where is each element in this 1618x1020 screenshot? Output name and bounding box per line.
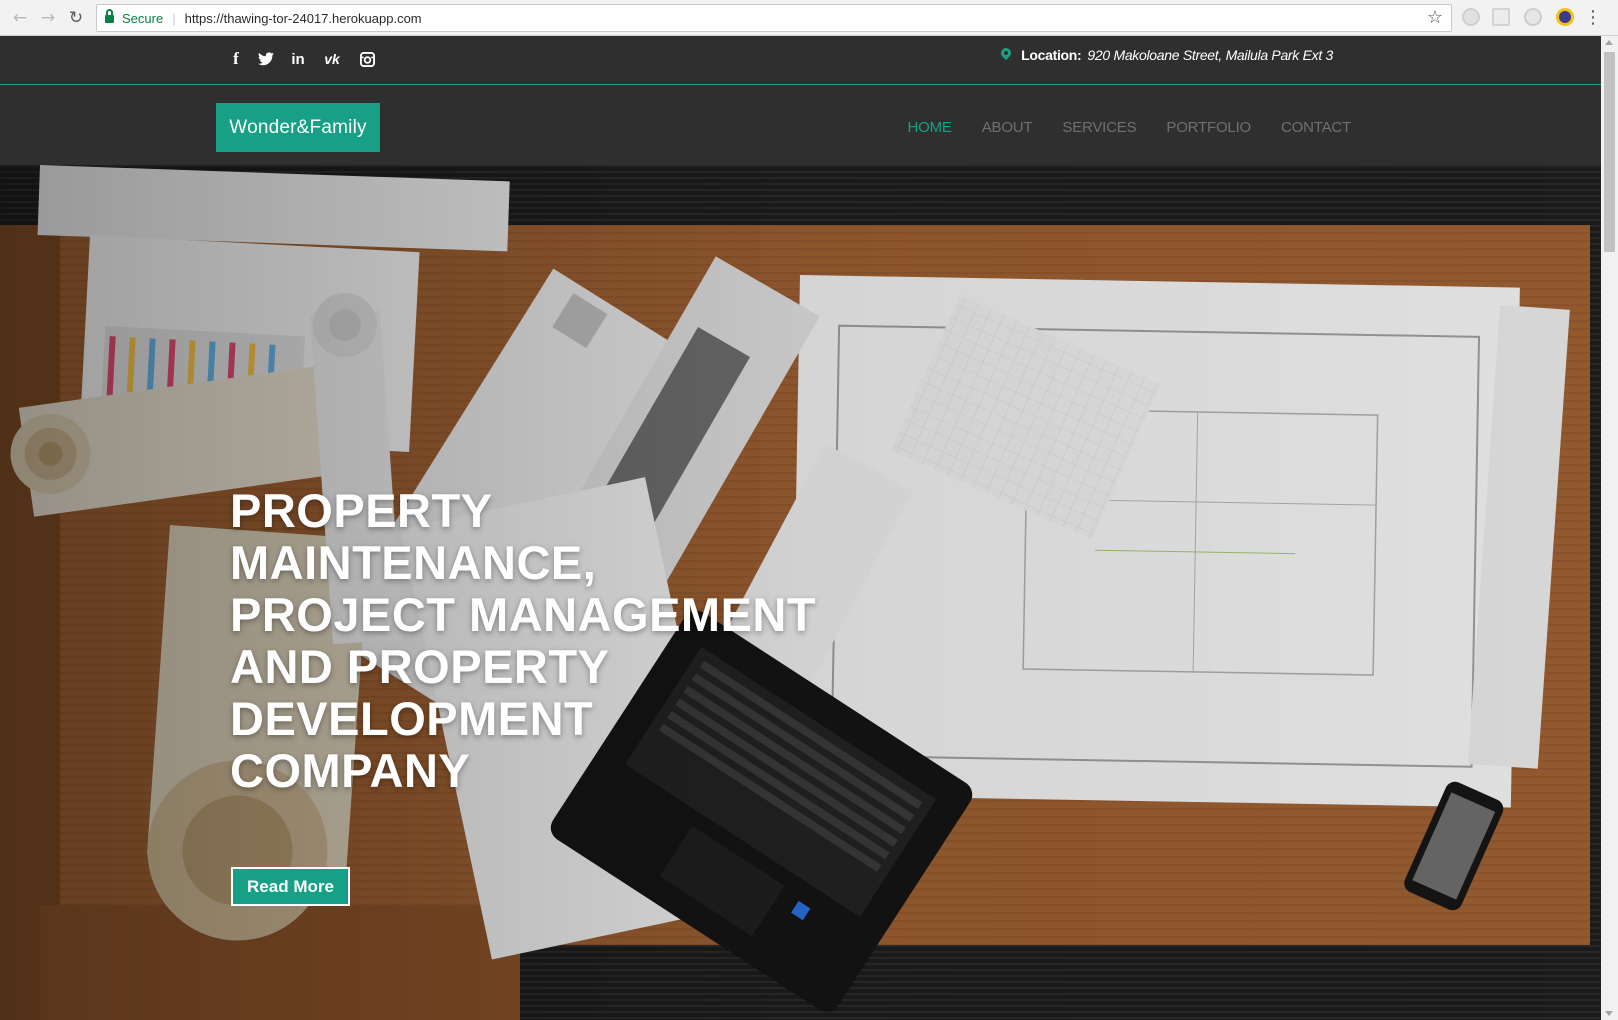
twitter-icon[interactable]: [255, 48, 277, 70]
scrollbar-thumb[interactable]: [1604, 52, 1615, 252]
reload-icon[interactable]: ↻: [64, 6, 88, 30]
address-separator: |: [172, 10, 176, 26]
back-icon[interactable]: ←: [8, 6, 32, 30]
location-value: 920 Makoloane Street, Mailula Park Ext 3: [1087, 47, 1333, 63]
map-pin-icon: [999, 45, 1014, 62]
hero-section: PROPERTY MAINTENANCE, PROJECT MANAGEMENT…: [0, 165, 1601, 1020]
address-bar[interactable]: Secure | https://thawing-tor-24017.herok…: [96, 4, 1452, 32]
nav-home[interactable]: HOME: [908, 119, 952, 136]
main-navbar: Wonder&Family HOME ABOUT SERVICES PORTFO…: [0, 86, 1601, 165]
linkedin-icon[interactable]: in: [287, 48, 309, 70]
url-text[interactable]: https://thawing-tor-24017.herokuapp.com: [185, 11, 422, 26]
location-label: Location:: [1021, 47, 1082, 63]
nav-portfolio[interactable]: PORTFOLIO: [1166, 119, 1251, 136]
hero-headline: PROPERTY MAINTENANCE, PROJECT MANAGEMENT…: [230, 484, 817, 797]
brand-logo[interactable]: Wonder&Family: [216, 103, 380, 152]
nav-about[interactable]: ABOUT: [982, 119, 1033, 136]
location-info: Location: 920 Makoloane Street, Mailula …: [999, 45, 1333, 63]
browser-menu-icon[interactable]: ⋮: [1584, 7, 1602, 28]
moon-extension-icon[interactable]: [1556, 8, 1574, 26]
page-scrollbar[interactable]: [1601, 36, 1618, 1020]
scroll-up-icon[interactable]: [1605, 40, 1613, 45]
forward-icon[interactable]: →: [36, 6, 60, 30]
scroll-down-icon[interactable]: [1605, 1011, 1613, 1016]
web-page: f in vk Location: 920 Makoloane Street, …: [0, 36, 1601, 1020]
read-more-button[interactable]: Read More: [231, 867, 350, 906]
extension-icon[interactable]: [1462, 8, 1480, 26]
vk-icon[interactable]: vk: [321, 48, 343, 70]
main-menu: HOME ABOUT SERVICES PORTFOLIO CONTACT: [908, 119, 1352, 136]
nav-services[interactable]: SERVICES: [1062, 119, 1136, 136]
extension-icon[interactable]: [1492, 8, 1510, 26]
facebook-icon[interactable]: f: [225, 48, 247, 70]
secure-label: Secure: [122, 10, 164, 26]
browser-toolbar: ← → ↻ Secure | https://thawing-tor-24017…: [0, 0, 1618, 36]
nav-contact[interactable]: CONTACT: [1281, 119, 1351, 136]
extension-icon[interactable]: [1524, 8, 1542, 26]
bookmark-star-icon[interactable]: ☆: [1427, 7, 1443, 28]
instagram-icon[interactable]: [356, 48, 378, 70]
top-info-bar: f in vk Location: 920 Makoloane Street, …: [0, 36, 1601, 85]
lock-icon: [105, 9, 114, 25]
